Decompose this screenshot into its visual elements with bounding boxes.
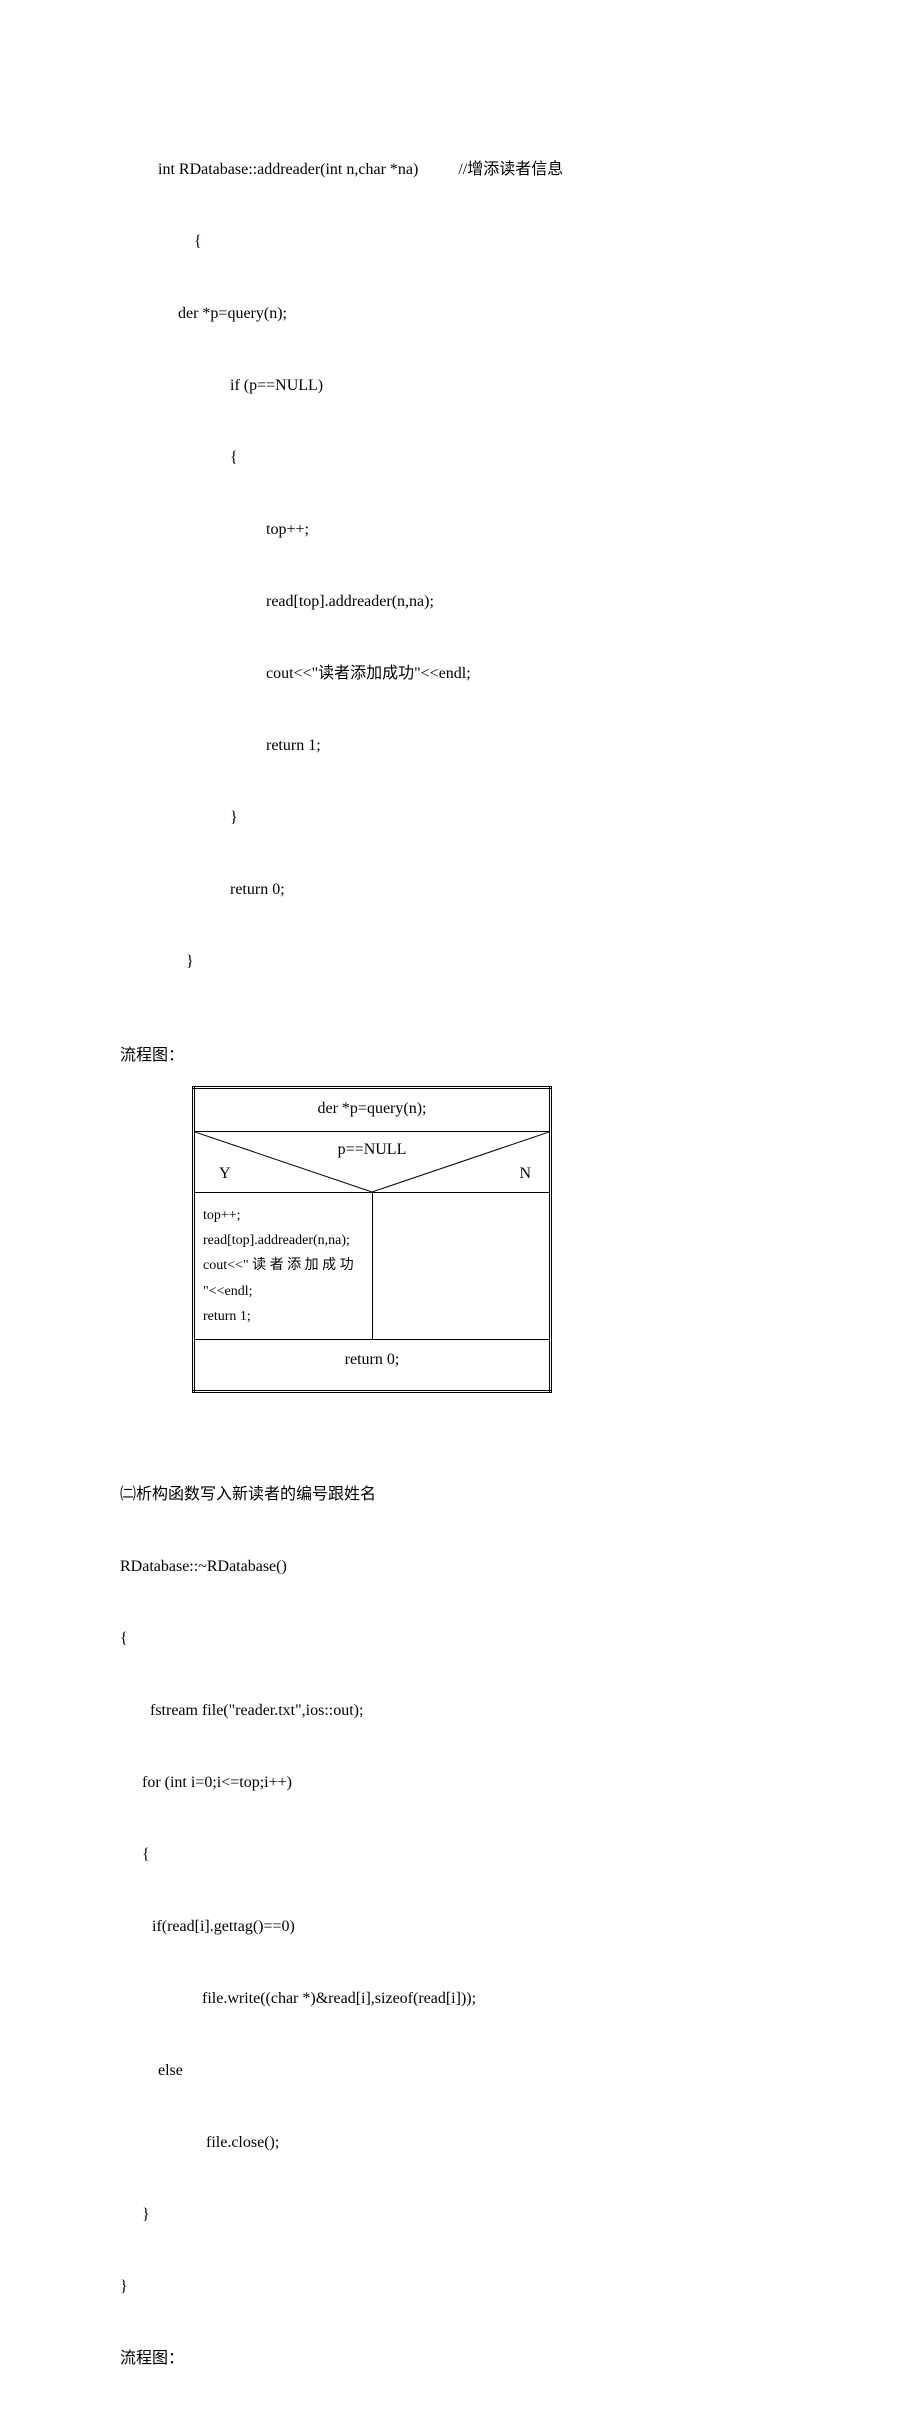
flow-condition: p==NULL Y N (194, 1132, 551, 1193)
code-line: } (120, 2203, 800, 2227)
code-line: cout<<"读者添加成功"<<endl; (158, 662, 800, 686)
code-line: fstream file("reader.txt",ios::out); (120, 1699, 800, 1723)
flow-line: read[top].addreader(n,na); (203, 1228, 364, 1253)
no-label: N (519, 1162, 531, 1186)
document-page: int RDatabase::addreader(int n,char *na)… (0, 0, 920, 2431)
code-line: } (120, 2275, 800, 2299)
addreader-code: int RDatabase::addreader(int n,char *na)… (158, 110, 800, 1022)
flow-line: cout<<" 读 者 添 加 成 功 (203, 1253, 364, 1278)
no-branch (372, 1193, 551, 1340)
code-line: { (158, 446, 800, 470)
code-line: { (120, 1843, 800, 1867)
yes-label: Y (219, 1162, 231, 1186)
table-row: der *p=query(n); (194, 1088, 551, 1132)
table-row: p==NULL Y N (194, 1132, 551, 1193)
code-line: return 0; (158, 878, 800, 902)
code-line: { (120, 1627, 800, 1651)
flow-label: 流程图： (120, 1044, 800, 1068)
flow-line: return 1; (203, 1304, 364, 1329)
code-comment: //增添读者信息 (458, 158, 563, 182)
code-text: int RDatabase::addreader(int n,char *na) (158, 161, 418, 178)
code-line: } (158, 806, 800, 830)
yes-branch: top++; read[top].addreader(n,na); cout<<… (194, 1193, 373, 1340)
section-title: ㈡析构函数写入新读者的编号跟姓名 (120, 1483, 800, 1507)
code-line: top++; (158, 518, 800, 542)
condition-text: p==NULL (195, 1138, 549, 1162)
destructor-code: RDatabase::~RDatabase() { fstream file("… (120, 1507, 800, 2347)
code-line: return 1; (158, 734, 800, 758)
flow-label-2: 流程图： (120, 2347, 800, 2371)
code-line: file.close(); (120, 2131, 800, 2155)
flow-footer: return 0; (194, 1339, 551, 1391)
ns-flowchart: der *p=query(n); p==NULL Y N top++; read… (192, 1086, 552, 1393)
flow-header: der *p=query(n); (194, 1088, 551, 1132)
code-line: int RDatabase::addreader(int n,char *na)… (158, 158, 800, 182)
table-row: return 0; (194, 1339, 551, 1391)
code-line: for (int i=0;i<=top;i++) (120, 1771, 800, 1795)
table-row: top++; read[top].addreader(n,na); cout<<… (194, 1193, 551, 1340)
section-destructor: ㈡析构函数写入新读者的编号跟姓名 RDatabase::~RDatabase()… (120, 1483, 800, 2371)
code-line: read[top].addreader(n,na); (158, 590, 800, 614)
flow-line: top++; (203, 1203, 364, 1228)
code-line: else (120, 2059, 800, 2083)
code-line: { (158, 230, 800, 254)
code-line: file.write((char *)&read[i],sizeof(read[… (120, 1987, 800, 2011)
code-line: } (158, 950, 800, 974)
flow-line: "<<endl; (203, 1279, 364, 1304)
code-line: if(read[i].gettag()==0) (120, 1915, 800, 1939)
code-line: if (p==NULL) (158, 374, 800, 398)
code-line: RDatabase::~RDatabase() (120, 1555, 800, 1579)
code-line: der *p=query(n); (158, 302, 800, 326)
